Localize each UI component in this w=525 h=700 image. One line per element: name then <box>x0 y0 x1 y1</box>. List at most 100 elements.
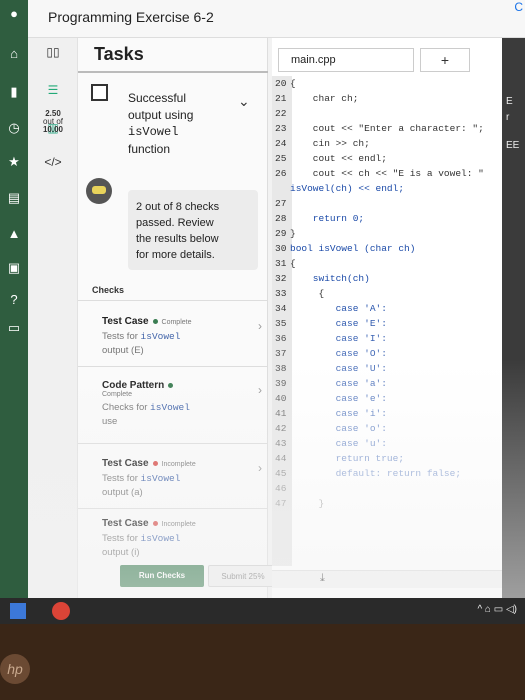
task-name[interactable]: Successful output using isVowel function <box>128 90 238 158</box>
robot-icon <box>86 178 112 204</box>
score-max: 10.00 <box>42 125 64 134</box>
task-name-line1: Successful <box>128 91 187 105</box>
briefcase-icon[interactable]: ▣ <box>4 258 24 278</box>
code-line[interactable]: 46 <box>272 481 290 496</box>
submit-button[interactable]: Submit 25% <box>208 565 278 587</box>
browser-icon[interactable] <box>52 602 70 620</box>
task-checkbox[interactable] <box>91 84 108 101</box>
code-line[interactable]: 21 char ch; <box>272 91 358 106</box>
code-line[interactable]: 24 cin >> ch; <box>272 136 370 151</box>
status-dot <box>152 318 158 324</box>
code-line[interactable]: 22 <box>272 106 290 121</box>
system-tray[interactable]: ^ ⌂ ▭ ◁) <box>477 604 517 615</box>
code-line[interactable]: 23 cout << "Enter a character: "; <box>272 121 484 136</box>
code-line[interactable]: 43 case 'u': <box>272 436 387 451</box>
line-number: 21 <box>275 93 287 104</box>
code-line[interactable]: 42 case 'o': <box>272 421 387 436</box>
check-item[interactable]: Code Pattern Complete Checks for isVowel… <box>102 380 252 429</box>
code-line[interactable]: 28 return 0; <box>272 211 364 226</box>
status-dot <box>168 382 174 388</box>
left-rail: ● ⌂ ▮ ◷ ★ ▤ ▲ ▣ ? ▭ <box>0 0 28 600</box>
code-line[interactable]: 47 } <box>272 496 324 511</box>
code-text: case 'E': <box>290 318 387 329</box>
tasks-underline <box>78 71 268 73</box>
code-line[interactable]: 40 case 'e': <box>272 391 387 406</box>
code-text: } <box>290 228 296 239</box>
code-line[interactable]: 41 case 'i': <box>272 406 387 421</box>
book-outline-icon[interactable]: ▯▯ <box>40 42 66 62</box>
add-tab-button[interactable]: + <box>420 48 470 72</box>
check-title: Test Case <box>102 458 149 469</box>
clock-icon[interactable]: ◷ <box>4 118 24 138</box>
code-text: case 'i': <box>290 408 387 419</box>
file-tab-main-cpp[interactable]: main.cpp <box>278 48 414 72</box>
code-text: bool isVowel (char ch) <box>290 243 416 254</box>
graduation-icon[interactable]: ▲ <box>4 224 24 244</box>
chevron-right-icon[interactable]: › <box>258 319 262 333</box>
line-number: 41 <box>275 408 287 419</box>
code-text: return true; <box>290 453 405 464</box>
launcher-icon[interactable] <box>10 603 26 619</box>
code-line[interactable]: 25 cout << endl; <box>272 151 387 166</box>
code-line[interactable]: 35 case 'E': <box>272 316 387 331</box>
check-desc-tail: use <box>102 416 118 427</box>
line-number: 38 <box>275 363 287 374</box>
home-icon[interactable]: ⌂ <box>4 44 24 64</box>
code-text: case 'o': <box>290 423 387 434</box>
check-item[interactable]: Test Case Incomplete Tests for isVowel out… <box>102 458 252 500</box>
code-text: cout << endl; <box>290 153 387 164</box>
laptop-bezel <box>0 624 525 700</box>
chevron-right-icon[interactable]: › <box>258 461 262 475</box>
code-line[interactable]: 26 cout << ch << "E is a vowel: " <box>272 166 484 181</box>
help-icon[interactable]: ? <box>4 290 24 310</box>
line-number: 24 <box>275 138 287 149</box>
code-text: { <box>290 258 296 269</box>
code-icon[interactable]: </> <box>40 152 66 172</box>
bookmark-icon[interactable]: ▮ <box>4 82 24 102</box>
check-item[interactable]: Test Case Complete Tests for isVowel outpu… <box>102 316 252 358</box>
check-desc-function: isVowel <box>140 473 181 484</box>
line-number: 47 <box>275 498 287 509</box>
line-number: 43 <box>275 438 287 449</box>
code-line[interactable]: 36 case 'I': <box>272 331 387 346</box>
code-line[interactable]: 30 bool isVowel (char ch) <box>272 241 415 256</box>
code-text: default: return false; <box>290 468 462 479</box>
code-line[interactable]: 38 case 'U': <box>272 361 387 376</box>
tasks-panel: ▯▯ ☰ ▥ 2.50 out of 10.00 </> Tasks Succe… <box>28 38 278 598</box>
code-line[interactable]: 20{ <box>272 76 296 91</box>
user-icon[interactable]: ● <box>4 4 24 24</box>
check-item[interactable]: Test Case Incomplete Tests for isVowel out… <box>102 518 252 560</box>
line-number: 42 <box>275 423 287 434</box>
code-line[interactable]: 29} <box>272 226 296 241</box>
star-icon[interactable]: ★ <box>4 152 24 172</box>
code-line[interactable]: 32 switch(ch) <box>272 271 370 286</box>
chat-icon[interactable]: ▭ <box>4 318 24 338</box>
line-number: 23 <box>275 123 287 134</box>
line-number: 32 <box>275 273 287 284</box>
check-desc: Tests for <box>102 533 141 544</box>
chevron-right-icon[interactable]: › <box>258 383 262 397</box>
chevron-down-icon[interactable]: ⌄ <box>238 93 250 110</box>
check-status: Incomplete <box>161 461 196 468</box>
status-dot <box>152 520 158 526</box>
code-line[interactable]: 27 <box>272 196 290 211</box>
code-line[interactable]: 33 { <box>272 286 324 301</box>
callout-line1: 2 out of 8 checks <box>136 201 220 213</box>
list-icon[interactable]: ☰ <box>40 80 66 100</box>
book-icon[interactable]: ▤ <box>4 188 24 208</box>
code-line[interactable]: 31{ <box>272 256 296 271</box>
divider <box>78 300 268 301</box>
code-line[interactable]: 37 case 'O': <box>272 346 387 361</box>
code-line[interactable]: isVowel(ch) << endl; <box>272 181 404 196</box>
download-icon[interactable]: ⤓ <box>320 572 325 585</box>
code-text: cout << "Enter a character: "; <box>290 123 484 134</box>
line-number: 36 <box>275 333 287 344</box>
code-line[interactable]: 34 case 'A': <box>272 301 387 316</box>
code-text: cout << ch << "E is a vowel: " <box>290 168 484 179</box>
code-line[interactable]: 45 default: return false; <box>272 466 461 481</box>
code-line[interactable]: 39 case 'a': <box>272 376 387 391</box>
code-line[interactable]: 44 return true; <box>272 451 404 466</box>
run-checks-button[interactable]: Run Checks <box>120 565 204 587</box>
top-right-glyph[interactable]: C <box>514 0 523 14</box>
line-number: 27 <box>275 198 287 209</box>
